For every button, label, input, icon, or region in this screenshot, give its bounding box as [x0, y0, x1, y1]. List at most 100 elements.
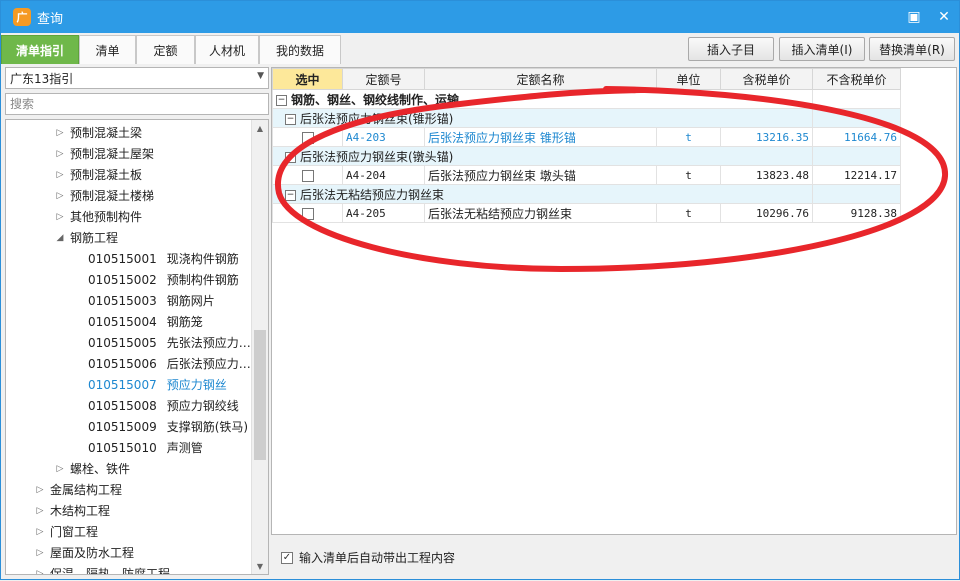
quota-code: A4-203 — [342, 127, 425, 147]
row-checkbox[interactable] — [301, 207, 314, 220]
tab-bar: 清单指引 清单 定额 人材机 我的数据 插入子目 插入清单(I) 替换清单(R) — [1, 35, 959, 65]
tree-item-label: 预应力钢丝 — [166, 378, 227, 392]
col-select[interactable]: 选中 — [272, 68, 343, 90]
tree-item-label: 预制混凝土梁 — [70, 126, 143, 140]
tab-quota[interactable]: 定额 — [136, 35, 195, 64]
collapsed-arrow-icon[interactable]: ▷ — [54, 191, 66, 201]
tree-item[interactable]: 010515005 先张法预应力… — [6, 332, 251, 353]
tree-item[interactable]: 010515007 预应力钢丝 — [6, 374, 227, 395]
table-header-row: 选中 定额号 定额名称 单位 含税单价 不含税单价 — [272, 68, 901, 90]
tree-item[interactable]: 010515001 现浇构件钢筋 — [6, 248, 239, 269]
tree-item-label: 门窗工程 — [50, 525, 99, 539]
collapsed-arrow-icon[interactable]: ▷ — [54, 128, 66, 138]
tree-item-label: 钢筋网片 — [166, 294, 215, 308]
insert-child-button[interactable]: 插入子目 — [688, 37, 774, 61]
tree-item[interactable]: ▷ 屋面及防水工程 — [6, 542, 134, 563]
tree-scrollbar[interactable]: ▲ ▼ — [251, 120, 268, 574]
col-price-notax[interactable]: 不含税单价 — [812, 68, 901, 90]
table-row[interactable]: A4-204 后张法预应力钢丝束 墩头锚 t 13823.48 12214.17 — [272, 165, 901, 185]
tree-item-label: 先张法预应力… — [166, 336, 251, 350]
subgroup-title: 后张法预应力钢丝束(锥形锚) — [300, 111, 454, 126]
collapse-icon[interactable]: − — [285, 113, 296, 125]
collapsed-arrow-icon[interactable]: ▷ — [54, 170, 66, 180]
quota-code: A4-204 — [342, 165, 425, 185]
subgroup-row[interactable]: − 后张法无粘结预应力钢丝束 — [272, 184, 901, 204]
collapsed-arrow-icon[interactable]: ▷ — [34, 569, 46, 575]
tab-list-guide[interactable]: 清单指引 — [1, 35, 79, 64]
collapsed-arrow-icon[interactable]: ▷ — [34, 548, 46, 558]
tree-item-code: 010515009 — [88, 419, 157, 434]
collapsed-arrow-icon[interactable]: ▷ — [54, 149, 66, 159]
table-row[interactable]: A4-205 后张法无粘结预应力钢丝束 t 10296.76 9128.38 — [272, 203, 901, 223]
tree-item[interactable]: ◢ 钢筋工程 — [6, 227, 118, 248]
tree-item[interactable]: ▷ 金属结构工程 — [6, 479, 122, 500]
query-window: 广 查询 ▣ ✕ 清单指引 清单 定额 人材机 我的数据 插入子目 插入清单(I… — [0, 0, 960, 580]
guide-select[interactable]: 广东13指引 ▼ — [5, 67, 269, 89]
tree-item[interactable]: 010515003 钢筋网片 — [6, 290, 215, 311]
tree-item[interactable]: ▷ 门窗工程 — [6, 521, 98, 542]
row-checkbox[interactable] — [301, 131, 314, 144]
tree-item-label: 后张法预应力… — [166, 357, 251, 371]
guide-select-value: 广东13指引 — [10, 71, 74, 86]
tab-list[interactable]: 清单 — [79, 35, 136, 64]
tree-item[interactable]: ▷ 保温、隔热、防腐工程 — [6, 563, 170, 575]
close-icon[interactable]: ✕ — [929, 1, 959, 33]
collapsed-arrow-icon[interactable]: ▷ — [34, 506, 46, 516]
auto-content-option[interactable]: ✓ 输入清单后自动带出工程内容 — [281, 549, 455, 566]
tree-item[interactable]: 010515009 支撑钢筋(铁马) — [6, 416, 248, 437]
insert-list-button[interactable]: 插入清单(I) — [779, 37, 865, 61]
collapse-icon[interactable]: − — [276, 94, 287, 106]
tree-item[interactable]: ▷ 预制混凝土梁 — [6, 122, 142, 143]
tree-item-code: 010515010 — [88, 440, 157, 455]
col-price-tax[interactable]: 含税单价 — [720, 68, 813, 90]
tab-labor-material-machine[interactable]: 人材机 — [195, 35, 259, 64]
auto-content-checkbox[interactable]: ✓ — [281, 551, 293, 564]
expanded-arrow-icon[interactable]: ◢ — [54, 233, 66, 243]
collapsed-arrow-icon[interactable]: ▷ — [34, 485, 46, 495]
price-notax: 11664.76 — [812, 127, 901, 147]
subgroup-row[interactable]: − 后张法预应力钢丝束(锥形锚) — [272, 108, 901, 128]
row-checkbox[interactable] — [301, 169, 314, 182]
tree-item-code: 010515006 — [88, 356, 157, 371]
collapsed-arrow-icon[interactable]: ▷ — [34, 527, 46, 537]
tree-item[interactable]: 010515006 后张法预应力… — [6, 353, 251, 374]
tree-item-label: 钢筋工程 — [70, 231, 119, 245]
collapsed-arrow-icon[interactable]: ▷ — [54, 464, 66, 474]
tree-item[interactable]: 010515004 钢筋笼 — [6, 311, 203, 332]
col-quota-code[interactable]: 定额号 — [342, 68, 425, 90]
scroll-up-icon[interactable]: ▲ — [252, 120, 268, 136]
tree-item-code: 010515007 — [88, 377, 157, 392]
tab-my-data[interactable]: 我的数据 — [259, 35, 341, 64]
scroll-down-icon[interactable]: ▼ — [252, 558, 268, 574]
search-input[interactable] — [5, 93, 269, 115]
tree-item-label: 金属结构工程 — [50, 483, 123, 497]
tree-item[interactable]: ▷ 预制混凝土楼梯 — [6, 185, 154, 206]
subgroup-row[interactable]: − 后张法预应力钢丝束(镦头锚) — [272, 146, 901, 166]
collapse-icon[interactable]: − — [285, 189, 296, 201]
col-quota-name[interactable]: 定额名称 — [424, 68, 657, 90]
group-title: 钢筋、钢丝、钢绞线制作、运输 — [291, 92, 460, 107]
quota-unit: t — [656, 165, 721, 185]
tree-item[interactable]: 010515002 预制构件钢筋 — [6, 269, 239, 290]
tree-item[interactable]: ▷ 木结构工程 — [6, 500, 110, 521]
collapse-icon[interactable]: − — [285, 151, 296, 163]
tree-item-code: 010515001 — [88, 251, 157, 266]
tree-item[interactable]: 010515010 声测管 — [6, 437, 203, 458]
tree-item[interactable]: 010515008 预应力钢绞线 — [6, 395, 239, 416]
col-unit[interactable]: 单位 — [656, 68, 721, 90]
maximize-icon[interactable]: ▣ — [899, 1, 929, 33]
replace-list-button[interactable]: 替换清单(R) — [869, 37, 955, 61]
window-title: 查询 — [37, 11, 64, 27]
tree-item[interactable]: ▷ 预制混凝土板 — [6, 164, 142, 185]
tree-item[interactable]: ▷ 预制混凝土屋架 — [6, 143, 154, 164]
chevron-down-icon[interactable]: ▼ — [257, 71, 264, 81]
group-row[interactable]: − 钢筋、钢丝、钢绞线制作、运输 — [272, 89, 901, 109]
tree-item[interactable]: ▷ 螺栓、铁件 — [6, 458, 130, 479]
tree-item-label: 木结构工程 — [50, 504, 111, 518]
tree-item-code: 010515004 — [88, 314, 157, 329]
table-row[interactable]: A4-203 后张法预应力钢丝束 锥形锚 t 13216.35 11664.76 — [272, 127, 901, 147]
tree-item[interactable]: ▷ 其他预制构件 — [6, 206, 142, 227]
collapsed-arrow-icon[interactable]: ▷ — [54, 212, 66, 222]
tree-item-code: 010515003 — [88, 293, 157, 308]
scroll-thumb[interactable] — [254, 330, 266, 460]
